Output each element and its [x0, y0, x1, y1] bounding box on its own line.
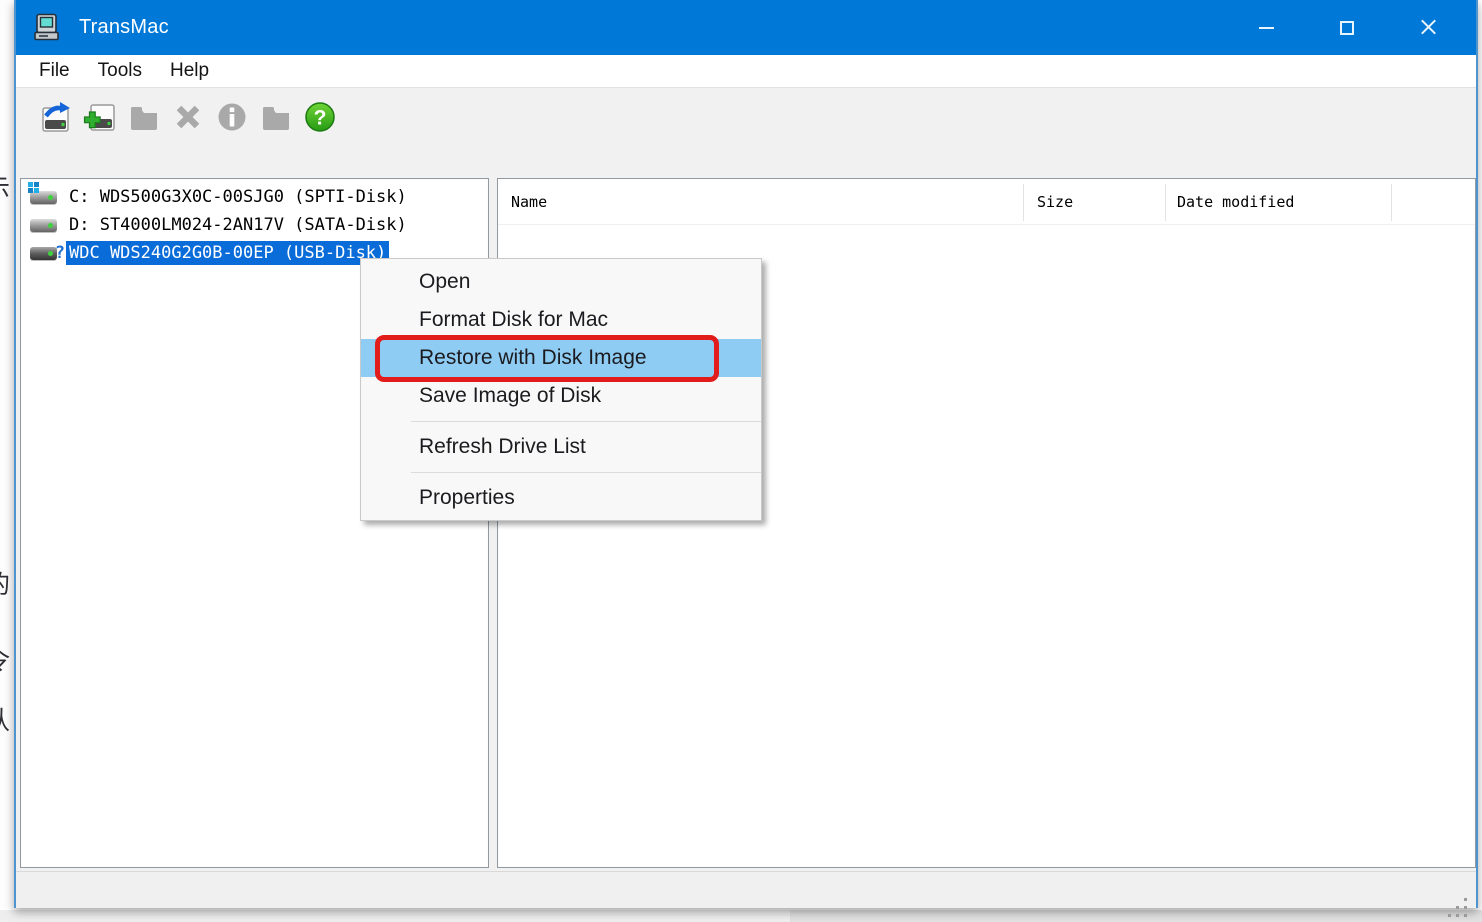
drive-label: C: WDS500G3X0C-00SJG0 (SPTI-Disk)	[66, 185, 410, 209]
background-cjk-fragment: ，	[0, 266, 13, 291]
background-cjk-fragment: 认	[0, 708, 13, 733]
background-segment	[0, 910, 790, 922]
system-disk-icon	[30, 191, 57, 204]
menu-separator	[411, 421, 761, 422]
svg-text:?: ?	[314, 107, 327, 130]
delete-button	[170, 99, 206, 135]
resize-grip[interactable]	[1464, 898, 1467, 901]
column-separator[interactable]	[1165, 184, 1166, 221]
maximize-button[interactable]	[1323, 0, 1371, 55]
help-button[interactable]: ?	[302, 99, 338, 135]
menu-item-refresh-drive-list[interactable]: Refresh Drive List	[361, 428, 761, 466]
title-bar[interactable]: TransMac	[16, 0, 1476, 55]
minimize-icon	[1259, 27, 1274, 29]
background-cjk-fragment: 令	[0, 648, 13, 673]
new-disk-image-button[interactable]	[82, 99, 118, 135]
new-disk-image-icon	[83, 100, 117, 134]
menu-help[interactable]: Help	[158, 60, 221, 82]
background-page-strip: 示 ， 的 令 认	[0, 0, 14, 908]
partition-badge-icon	[28, 182, 33, 187]
folder-icon	[127, 100, 161, 134]
menu-item-format-disk-for-mac[interactable]: Format Disk for Mac	[361, 301, 761, 339]
drive-label-selected: WDC WDS240G2G0B-00EP (USB-Disk)	[66, 241, 389, 265]
window-title: TransMac	[79, 16, 169, 39]
menu-item-properties[interactable]: Properties	[361, 479, 761, 517]
background-below-window	[0, 910, 1482, 922]
info-button	[214, 99, 250, 135]
status-bar	[16, 871, 1476, 908]
unknown-question-icon: ?	[55, 243, 65, 263]
menu-item-save-image-of-disk[interactable]: Save Image of Disk	[361, 377, 761, 415]
sata-disk-icon	[30, 219, 57, 232]
drive-context-menu: Open Format Disk for Mac Restore with Di…	[360, 258, 762, 521]
minimize-button[interactable]	[1242, 0, 1290, 55]
drive-label: D: ST4000LM024-2AN17V (SATA-Disk)	[66, 213, 410, 237]
menu-item-restore-with-disk-image[interactable]: Restore with Disk Image	[361, 339, 761, 377]
menu-separator	[411, 472, 761, 473]
background-segment	[790, 910, 1482, 922]
maximize-icon	[1340, 21, 1354, 35]
column-separator[interactable]	[1023, 184, 1024, 221]
background-cjk-fragment: 的	[0, 572, 13, 597]
open-folder-button	[126, 99, 162, 135]
menu-file[interactable]: File	[27, 60, 82, 82]
help-icon: ?	[303, 100, 337, 134]
folder-icon	[259, 100, 293, 134]
column-separator[interactable]	[1391, 184, 1392, 221]
folder-button	[258, 99, 294, 135]
close-button[interactable]	[1404, 0, 1452, 55]
menu-item-open[interactable]: Open	[361, 263, 761, 301]
menu-bar: File Tools Help	[16, 55, 1476, 88]
column-header-size[interactable]: Size	[1037, 193, 1073, 211]
info-icon	[215, 100, 249, 134]
classic-mac-icon	[32, 13, 61, 42]
close-icon	[1420, 19, 1437, 36]
column-header-name[interactable]: Name	[511, 193, 547, 211]
column-header-row: Name Size Date modified	[498, 179, 1475, 225]
open-disk-image-button[interactable]	[38, 99, 74, 135]
x-icon	[171, 100, 205, 134]
drive-row-d[interactable]: D: ST4000LM024-2AN17V (SATA-Disk)	[21, 211, 488, 239]
usb-disk-icon: ?	[30, 247, 57, 260]
menu-tools[interactable]: Tools	[86, 60, 154, 82]
open-disk-image-icon	[39, 100, 73, 134]
window-controls	[1209, 0, 1476, 55]
drive-row-c[interactable]: C: WDS500G3X0C-00SJG0 (SPTI-Disk)	[21, 183, 488, 211]
toolbar: ?	[16, 89, 1476, 178]
column-header-date-modified[interactable]: Date modified	[1177, 193, 1294, 211]
background-cjk-fragment: 示	[0, 176, 13, 201]
